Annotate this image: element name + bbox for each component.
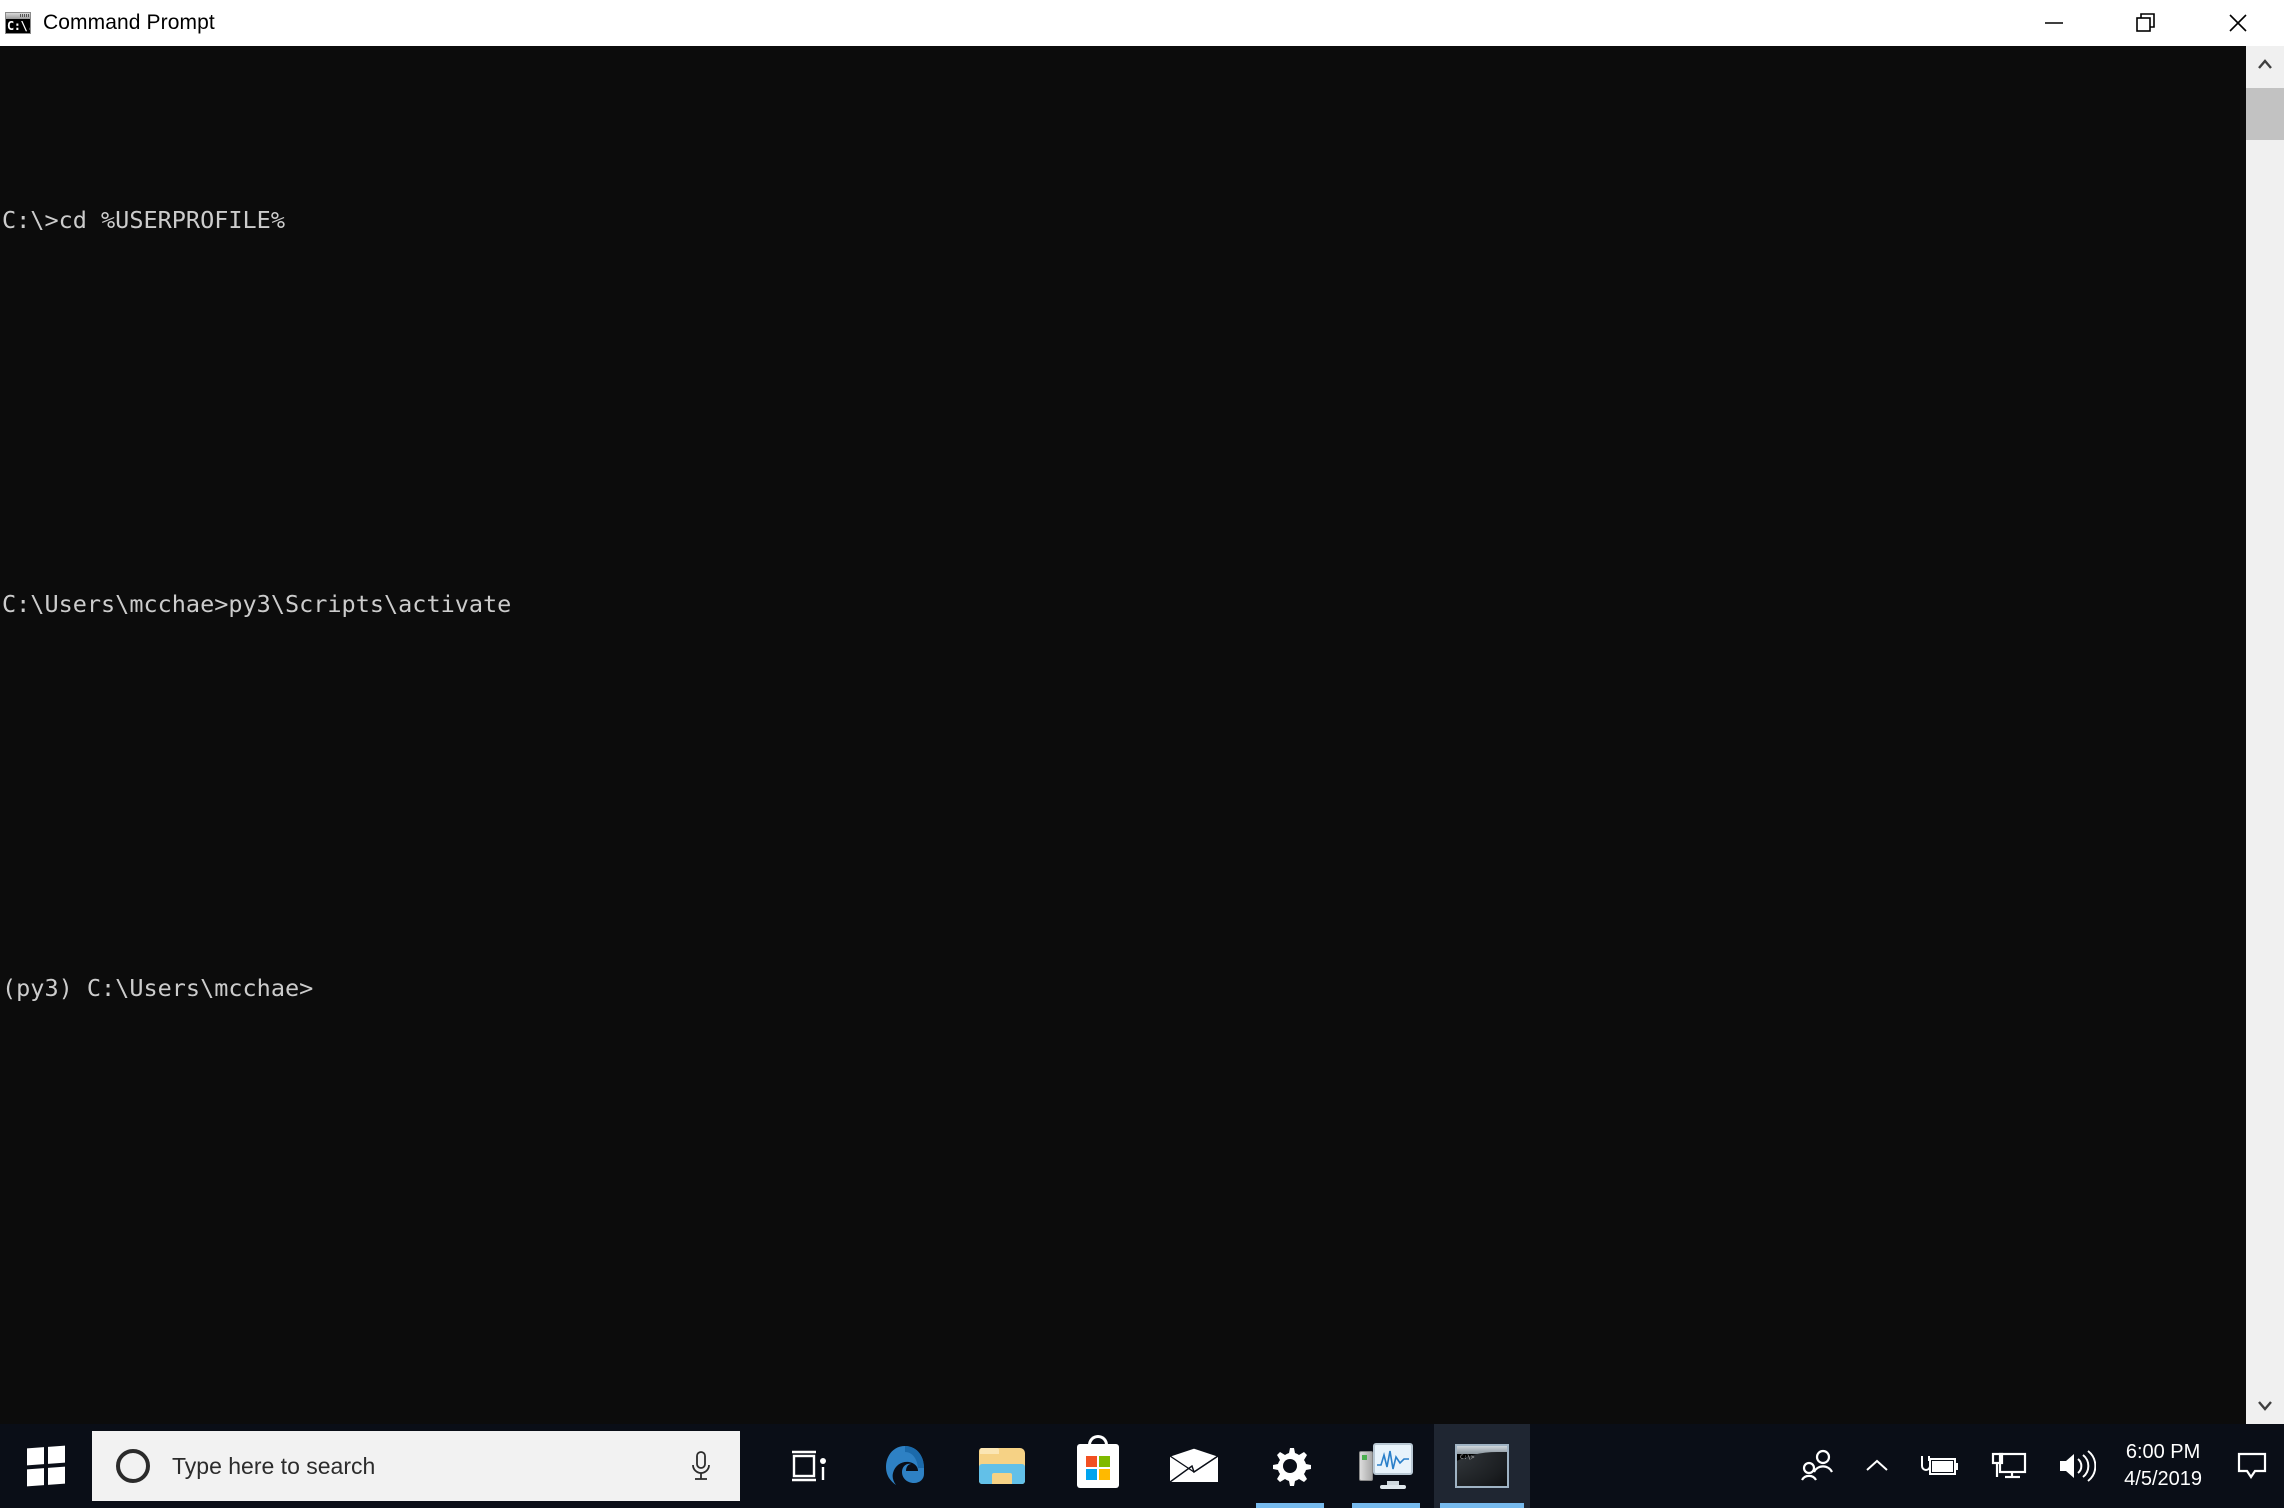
battery-icon[interactable] [1904, 1424, 1976, 1508]
taskbar-item-settings[interactable] [1242, 1424, 1338, 1508]
task-view-icon [792, 1450, 826, 1482]
cortana-circle-icon[interactable] [116, 1449, 150, 1483]
action-center-button[interactable] [2220, 1424, 2284, 1508]
active-indicator [1352, 1503, 1420, 1508]
taskbar-item-command-prompt[interactable]: C:\> [1434, 1424, 1530, 1508]
envelope-icon [1168, 1447, 1220, 1483]
active-indicator [1440, 1503, 1524, 1508]
speaker-glyph [2060, 1450, 2097, 1482]
taskbar-item-microsoft-edge[interactable] [858, 1424, 954, 1508]
console-line: (py3) C:\Users\mcchae> [2, 974, 314, 1002]
scrollbar-thumb[interactable] [2246, 88, 2284, 140]
taskbar-app-buttons: C:\> [762, 1424, 1530, 1508]
taskbar-item-task-view[interactable] [762, 1424, 858, 1508]
battery-charging-glyph [1921, 1456, 1959, 1475]
taskbar-item-task-manager[interactable] [1338, 1424, 1434, 1508]
clock[interactable]: 6:00 PM 4/5/2019 [2110, 1424, 2220, 1508]
chevron-up-icon [1866, 1459, 1888, 1471]
gear-icon [1273, 1448, 1311, 1486]
folder-icon [979, 1448, 1025, 1484]
network-monitor-glyph [1992, 1452, 2027, 1479]
edge-icon [886, 1446, 924, 1485]
cmd-icon-glyph: C:\. [7, 19, 30, 33]
system-tray: 6:00 PM 4/5/2019 [1786, 1424, 2284, 1508]
active-indicator [1256, 1503, 1324, 1508]
restore-icon [2136, 13, 2155, 32]
start-button[interactable] [0, 1424, 92, 1508]
search-input[interactable]: Type here to search [172, 1453, 688, 1480]
clock-time: 6:00 PM [2125, 1441, 2201, 1463]
minimize-icon [2045, 22, 2063, 24]
people-icon[interactable] [1786, 1424, 1850, 1508]
restore-button[interactable] [2100, 0, 2192, 46]
chevron-down-icon [2258, 1401, 2272, 1411]
window-controls [2008, 0, 2284, 46]
taskbar-item-file-explorer[interactable] [954, 1424, 1050, 1508]
close-icon [2229, 14, 2247, 32]
scroll-down-button[interactable] [2246, 1386, 2284, 1424]
command-prompt-window: C:\. Command Prompt [0, 0, 2284, 1424]
scroll-up-button[interactable] [2246, 46, 2284, 84]
search-box[interactable]: Type here to search [92, 1431, 740, 1501]
task-manager-graph [1377, 1450, 1409, 1470]
window-titlebar[interactable]: C:\. Command Prompt [0, 0, 2284, 46]
store-bag-icon [1077, 1435, 1119, 1488]
people-glyph [1801, 1449, 1834, 1481]
chevron-up-icon [2258, 59, 2272, 69]
clock-date: 4/5/2019 [2124, 1468, 2202, 1490]
taskbar: Type here to search C:\> 6:00 PM 4/5/201… [0, 1424, 2284, 1508]
network-icon[interactable] [1976, 1424, 2042, 1508]
console-output-area[interactable]: C:\>cd %USERPROFILE% C:\Users\mcchae>py3… [0, 46, 2246, 1424]
close-button[interactable] [2192, 0, 2284, 46]
console-line: C:\Users\mcchae>py3\Scripts\activate [2, 590, 512, 618]
show-hidden-icons-button[interactable] [1850, 1424, 1904, 1508]
action-center-icon [2237, 1452, 2267, 1479]
task-manager-icon [1359, 1443, 1413, 1489]
taskbar-item-mail[interactable] [1146, 1424, 1242, 1508]
window-title: Command Prompt [43, 11, 215, 34]
microphone-glyph [692, 1451, 710, 1480]
minimize-button[interactable] [2008, 0, 2100, 46]
cmd-window-icon: C:\> [1455, 1444, 1509, 1488]
console-line: C:\>cd %USERPROFILE% [2, 206, 285, 234]
console-scrollbar[interactable] [2246, 46, 2284, 1424]
cmd-icon: C:\. [5, 12, 31, 34]
microphone-icon[interactable] [688, 1449, 714, 1483]
windows-logo-icon [27, 1445, 65, 1487]
taskbar-item-microsoft-store[interactable] [1050, 1424, 1146, 1508]
volume-icon[interactable] [2042, 1424, 2110, 1508]
